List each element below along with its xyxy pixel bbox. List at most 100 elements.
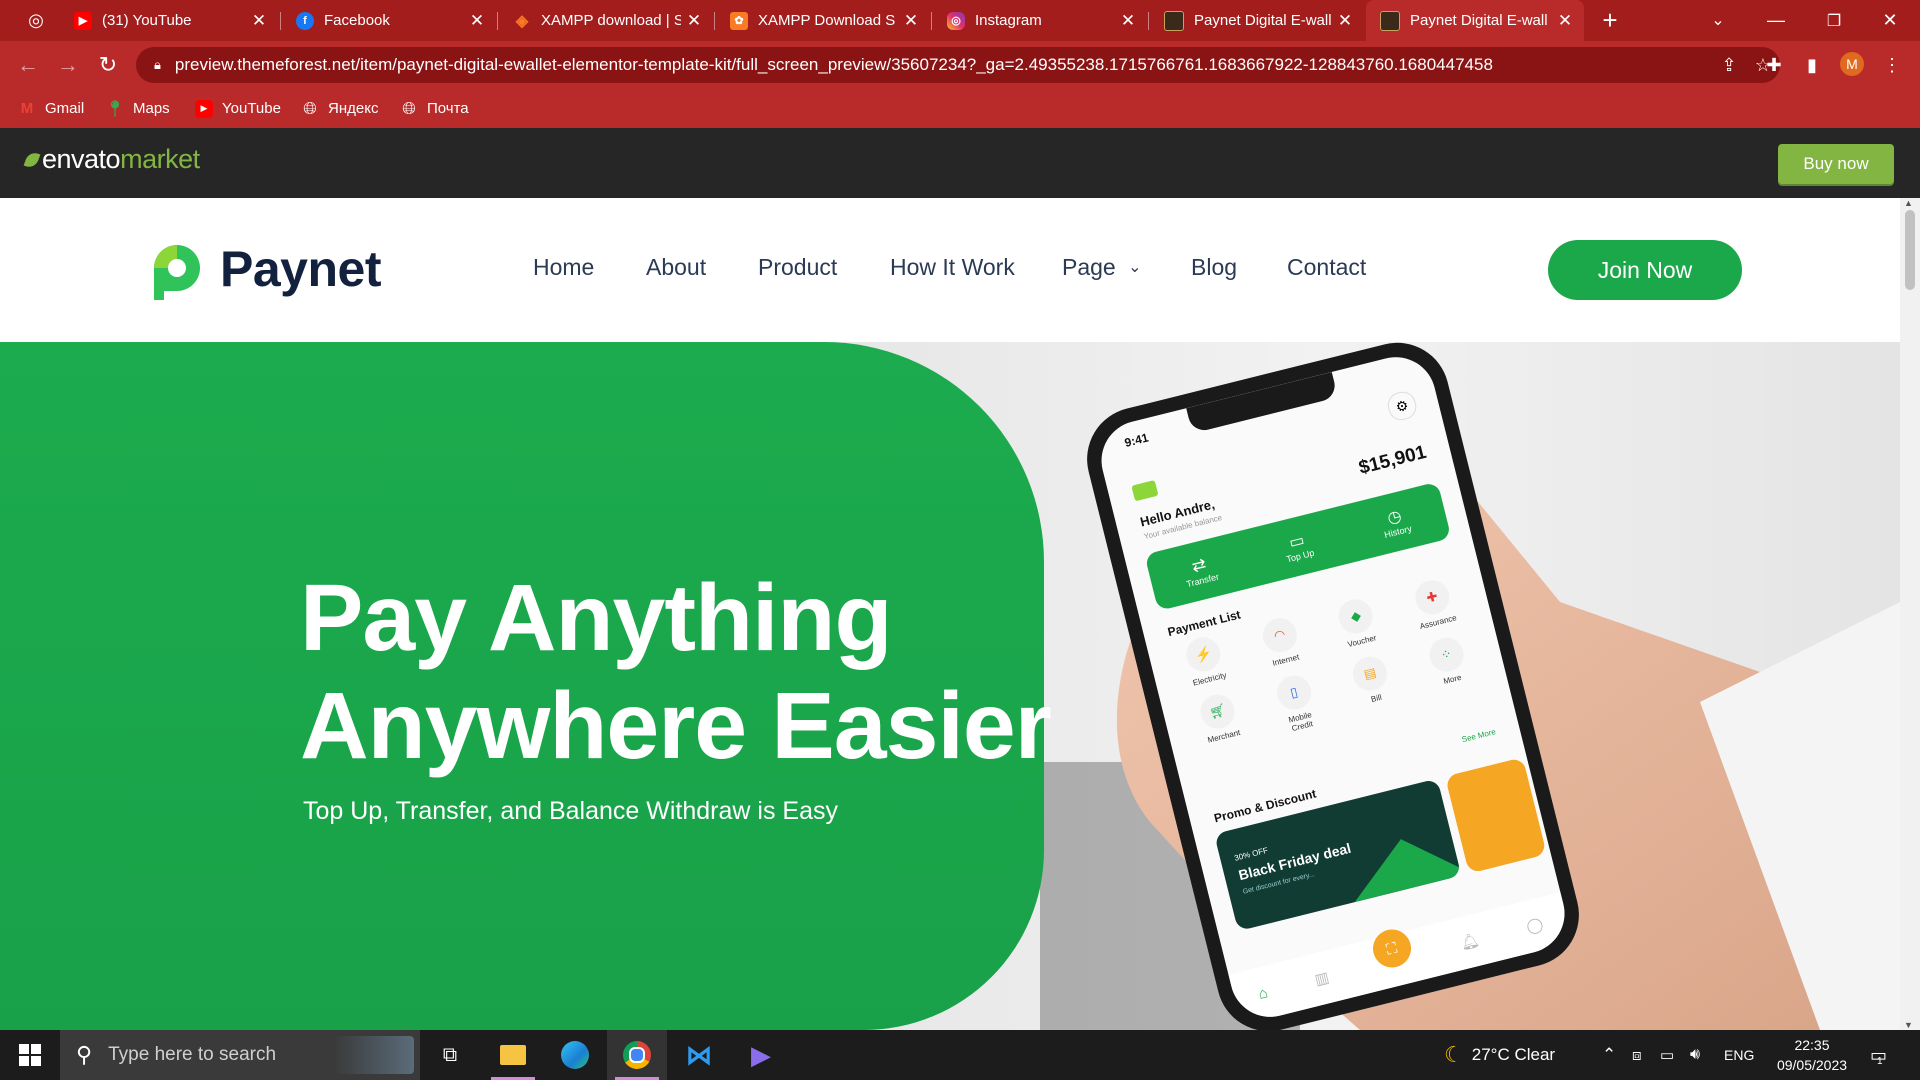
tab-divider [280, 12, 281, 30]
payment-label: Mobile Credit [1287, 710, 1314, 734]
scroll-thumb[interactable] [1905, 210, 1915, 290]
chrome-icon[interactable] [607, 1030, 667, 1080]
tab-youtube[interactable]: ▶ (31) YouTube ✕ [60, 0, 278, 41]
nav-contact[interactable]: Contact [1287, 254, 1366, 281]
language-indicator[interactable]: ENG [1724, 1030, 1754, 1080]
reload-icon[interactable]: ↻ [92, 49, 124, 81]
tab-instagram[interactable]: ◎ Instagram ✕ [933, 0, 1147, 41]
nav-home[interactable]: Home [533, 254, 594, 281]
back-icon[interactable]: ← [12, 49, 44, 81]
new-tab-button[interactable]: + [1594, 4, 1626, 36]
payment-label: Bill [1370, 692, 1383, 705]
search-icon: ⚲ [76, 1042, 93, 1067]
bookmark-youtube[interactable]: ▶ YouTube [195, 89, 281, 128]
hero-title-line-2: Anywhere Easier [300, 673, 1052, 779]
close-icon[interactable]: ✕ [681, 11, 707, 31]
taskbar-clock[interactable]: 22:35 09/05/2023 [1772, 1035, 1852, 1075]
site-header: Paynet Home About Product How It Work Pa… [0, 198, 1900, 342]
tab-xampp-2[interactable]: ✿ XAMPP Download S ✕ [716, 0, 930, 41]
topup-action: ▭ Top Up [1242, 506, 1354, 587]
phone-balance: $15,901 [1356, 441, 1429, 479]
chrome-logo [623, 1041, 651, 1069]
envato-bar: envato market Buy now [0, 128, 1920, 198]
menu-kebab-icon[interactable]: ⋮ [1878, 51, 1906, 79]
tab-facebook[interactable]: f Facebook ✕ [282, 0, 496, 41]
join-now-button[interactable]: Join Now [1548, 240, 1742, 300]
forward-icon[interactable]: → [52, 49, 84, 81]
battery-icon[interactable]: ▭ [1660, 1030, 1674, 1080]
side-panel-icon[interactable]: ▮ [1798, 51, 1826, 79]
voucher-icon: ◆ [1335, 595, 1377, 637]
profile-avatar[interactable]: M [1840, 52, 1864, 76]
bell-icon: 🔔︎ [1458, 931, 1482, 953]
paynet-logo[interactable]: Paynet [150, 238, 381, 300]
close-icon[interactable]: ✕ [464, 11, 490, 31]
payment-label: More [1442, 672, 1463, 686]
close-icon[interactable]: ✕ [1332, 11, 1358, 31]
assurance-icon: ✚ [1411, 576, 1453, 618]
cart-icon: 🛒︎ [1197, 690, 1239, 733]
vscode-icon[interactable]: ⋈ [669, 1030, 729, 1080]
file-explorer-icon[interactable] [483, 1030, 543, 1080]
task-view-icon[interactable]: ⧉ [420, 1030, 480, 1080]
app-icon[interactable]: ▶ [731, 1030, 791, 1080]
notifications-icon[interactable]: ▭ 1 [1870, 1030, 1887, 1080]
volume-icon[interactable]: 🔊︎ [1690, 1030, 1700, 1080]
tab-list-chevron-icon[interactable]: ⌄ [1702, 4, 1734, 36]
nav-page[interactable]: Page ⌄ [1062, 254, 1142, 281]
tab-strip: ◎ ▶ (31) YouTube ✕ f Facebook ✕ ◈ XAMPP … [0, 0, 1920, 41]
folder-icon [500, 1045, 526, 1065]
scroll-up-arrow-icon[interactable]: ▲ [1904, 198, 1913, 208]
bookmark-gmail[interactable]: M Gmail [18, 89, 84, 128]
envato-logo[interactable]: envato market [23, 144, 200, 175]
meet-now-icon[interactable]: ⧈ [1632, 1030, 1642, 1080]
taskbar-search-box[interactable]: ⚲ Type here to search [60, 1030, 420, 1080]
buy-now-button[interactable]: Buy now [1778, 144, 1894, 184]
share-icon[interactable]: ⇪ [1712, 55, 1746, 76]
tab-search-icon[interactable]: ◎ [20, 4, 52, 36]
lock-icon[interactable]: 🔒︎ [154, 57, 161, 73]
nav-how-it-work[interactable]: How It Work [890, 254, 1015, 281]
address-bar[interactable]: 🔒︎ preview.themeforest.net/item/paynet-d… [136, 47, 1780, 83]
bookmark-label: Яндекс [328, 100, 379, 117]
tab-title: Instagram [975, 12, 1042, 29]
tab-xampp-1[interactable]: ◈ XAMPP download | S ✕ [499, 0, 713, 41]
payment-label: Voucher [1346, 633, 1378, 650]
nav-page-label: Page [1062, 254, 1116, 280]
close-icon[interactable]: ✕ [1552, 11, 1578, 31]
tray-chevron-icon[interactable]: ⌃ [1602, 1030, 1616, 1080]
page-scrollbar[interactable]: ▲ ▼ [1900, 198, 1920, 1030]
bookmarks-bar: M Gmail 📍︎ Maps ▶ YouTube 🌐︎ Яндекс 🌐︎ П… [0, 89, 1920, 129]
bookmark-maps[interactable]: 📍︎ Maps [105, 89, 170, 128]
bookmark-pochta[interactable]: 🌐︎ Почта [400, 89, 469, 128]
tab-paynet-active[interactable]: Paynet Digital E-wall ✕ [1366, 0, 1584, 41]
bookmark-yandex[interactable]: 🌐︎ Яндекс [301, 89, 378, 128]
bookmark-label: Почта [427, 100, 469, 117]
url-text[interactable]: preview.themeforest.net/item/paynet-digi… [175, 55, 1712, 75]
tab-paynet-1[interactable]: Paynet Digital E-wall ✕ [1150, 0, 1364, 41]
window-close-icon[interactable]: ✕ [1862, 0, 1918, 41]
scroll-down-arrow-icon[interactable]: ▼ [1904, 1020, 1913, 1030]
page-icon [1164, 10, 1184, 31]
envato-logo-text: envato [42, 144, 121, 174]
payment-item: ⚡ Electricity [1161, 628, 1249, 693]
minimize-icon[interactable]: — [1748, 0, 1804, 41]
close-icon[interactable]: ✕ [1115, 11, 1141, 31]
hero-title: Pay Anything Anywhere Easier [300, 564, 1052, 780]
settings-icon: ⚙ [1385, 388, 1420, 423]
nav-product[interactable]: Product [758, 254, 837, 281]
wallet-chip [1131, 480, 1159, 502]
transfer-action: ⇄ Transfer [1144, 530, 1256, 611]
close-icon[interactable]: ✕ [246, 11, 272, 31]
edge-icon[interactable] [545, 1030, 605, 1080]
restore-icon[interactable]: ❐ [1806, 0, 1862, 41]
close-icon[interactable]: ✕ [898, 11, 924, 31]
brand-name: Paynet [220, 241, 381, 297]
windows-logo-icon [19, 1044, 41, 1066]
payment-item: ✚ Assurance [1390, 571, 1478, 636]
nav-blog[interactable]: Blog [1191, 254, 1237, 281]
weather-widget[interactable]: ☾ 27°C Clear [1444, 1030, 1555, 1080]
extensions-icon[interactable]: ✚ [1760, 51, 1788, 79]
start-button[interactable] [0, 1030, 60, 1080]
nav-about[interactable]: About [646, 254, 706, 281]
